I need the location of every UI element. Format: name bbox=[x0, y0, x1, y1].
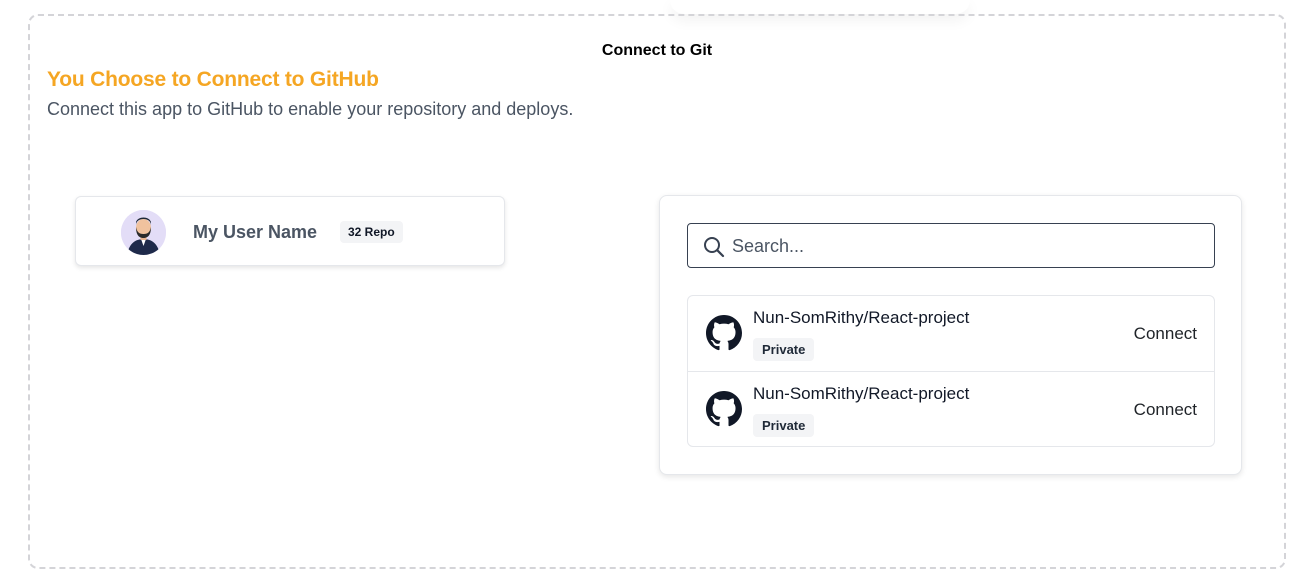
repository-name: Nun-SomRithy/React-project bbox=[753, 308, 970, 327]
search-box[interactable] bbox=[687, 223, 1215, 268]
repository-picker: Nun-SomRithy/React-project Private Conne… bbox=[659, 195, 1242, 475]
list-item: Nun-SomRithy/React-project Private Conne… bbox=[688, 296, 1214, 371]
visibility-badge: Private bbox=[753, 338, 815, 361]
search-icon bbox=[704, 237, 725, 258]
connect-button[interactable]: Connect bbox=[1134, 324, 1197, 344]
repo-count-badge: 32 Repo bbox=[340, 221, 403, 243]
user-name: My User Name bbox=[193, 222, 318, 242]
search-input[interactable] bbox=[732, 232, 1202, 260]
repository-name: Nun-SomRithy/React-project bbox=[753, 384, 970, 403]
top-shadow-decoration bbox=[670, 0, 970, 14]
github-icon bbox=[706, 391, 742, 427]
page-heading: You Choose to Connect to GitHub bbox=[47, 68, 379, 91]
avatar bbox=[121, 210, 166, 255]
page-description: Connect this app to GitHub to enable you… bbox=[47, 99, 574, 119]
github-icon bbox=[706, 315, 742, 351]
repository-list: Nun-SomRithy/React-project Private Conne… bbox=[687, 295, 1215, 447]
visibility-badge: Private bbox=[753, 414, 815, 437]
connect-button[interactable]: Connect bbox=[1134, 400, 1197, 420]
list-item: Nun-SomRithy/React-project Private Conne… bbox=[688, 371, 1214, 446]
user-avatar-icon bbox=[121, 210, 166, 255]
user-account-card[interactable]: My User Name 32 Repo bbox=[75, 196, 505, 266]
dialog-title: Connect to Git bbox=[601, 42, 713, 59]
